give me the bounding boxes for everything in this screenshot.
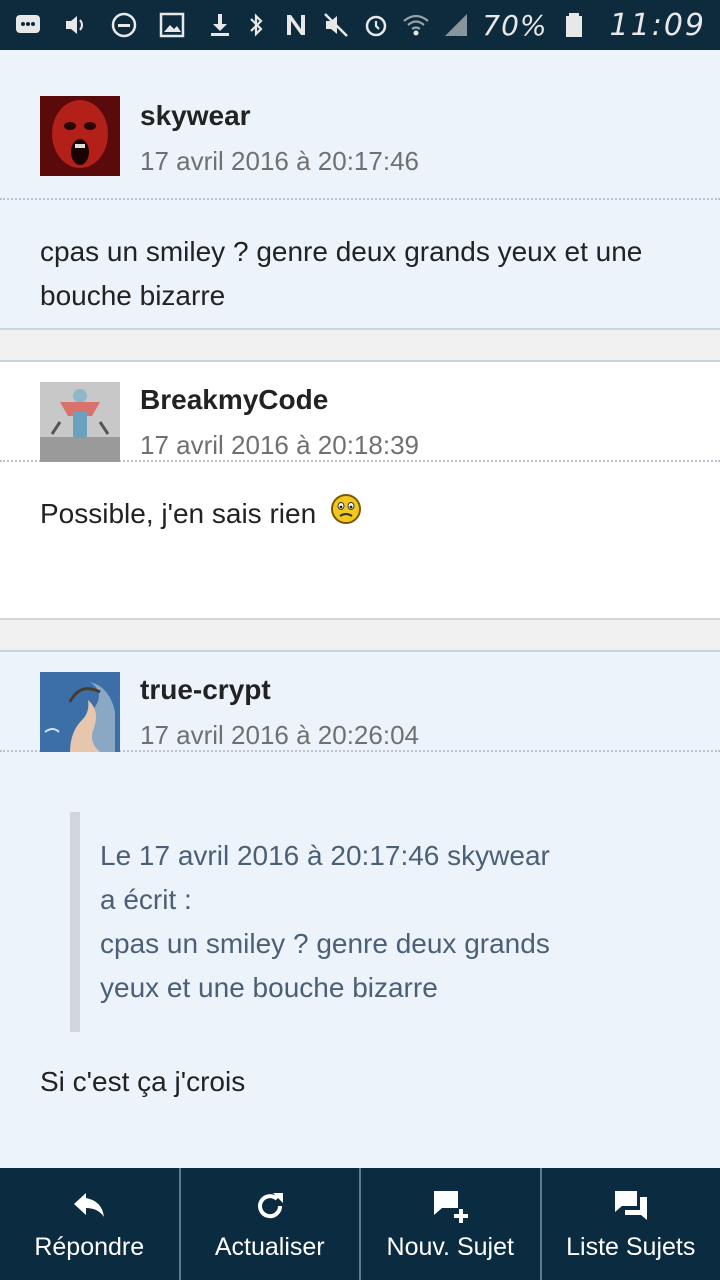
post-header: true-crypt 17 avril 2016 à 20:26:04 (0, 652, 720, 752)
username[interactable]: true-crypt (140, 674, 271, 706)
timestamp: 17 avril 2016 à 20:26:04 (140, 720, 419, 750)
refresh-label: Actualiser (214, 1232, 325, 1261)
quote-line: Le 17 avril 2016 à 20:17:46 skywear (100, 840, 550, 871)
message-text: Possible, j'en sais rien (0, 462, 720, 536)
message-text: Si c'est ça j'crois (0, 1032, 720, 1104)
status-bar: 70% 11:09 (0, 0, 720, 50)
nfc-icon (287, 15, 306, 35)
reply-icon (74, 1192, 105, 1217)
message-line: cpas un smiley ? genre deux grands yeux … (40, 236, 643, 267)
topic-list-label: Liste Sujets (566, 1232, 696, 1261)
refresh-button[interactable]: Actualiser (181, 1168, 361, 1280)
username[interactable]: skywear (140, 100, 251, 132)
battery-percent: 70% (482, 8, 548, 42)
post-header: skywear 17 avril 2016 à 20:17:46 (0, 50, 720, 200)
message-post: skywear 17 avril 2016 à 20:17:46 cpas un… (0, 50, 720, 330)
avatar[interactable] (40, 382, 120, 462)
mute-icon (324, 13, 349, 37)
reply-button[interactable]: Répondre (0, 1168, 181, 1280)
new-topic-label: Nouv. Sujet (386, 1232, 514, 1261)
topic-list-button[interactable]: Liste Sujets (542, 1168, 720, 1280)
message-text: cpas un smiley ? genre deux grands yeux … (0, 200, 720, 318)
message-icon (16, 15, 40, 33)
bluetooth-icon (250, 13, 263, 37)
avatar[interactable] (40, 672, 120, 752)
quote-line: a écrit : (100, 884, 192, 915)
quote-line: cpas un smiley ? genre deux grands (100, 928, 550, 959)
post-content: Le 17 avril 2016 à 20:17:46 skywear a éc… (0, 752, 720, 1104)
volume-icon (66, 16, 83, 34)
wifi-icon (403, 14, 430, 36)
post-header: BreakmyCode 17 avril 2016 à 20:18:39 (0, 362, 720, 462)
refresh-icon (257, 1192, 283, 1218)
battery-icon (565, 13, 582, 37)
username[interactable]: BreakmyCode (140, 384, 328, 416)
avatar[interactable] (40, 96, 120, 176)
download-icon (211, 14, 229, 36)
message-list[interactable]: skywear 17 avril 2016 à 20:17:46 cpas un… (0, 50, 720, 1168)
bottom-toolbar: Répondre Actualiser Nouv. Sujet Liste Su… (0, 1168, 720, 1280)
smiley-icon (330, 494, 361, 524)
image-icon (159, 12, 185, 38)
message-line: Possible, j'en sais rien (40, 498, 317, 529)
topic-list-icon (614, 1190, 647, 1220)
clock: 11:09 (609, 7, 706, 43)
message-line: bouche bizarre (40, 280, 226, 311)
do-not-disturb-icon (111, 12, 137, 38)
message-line: Si c'est ça j'crois (40, 1066, 246, 1097)
timestamp: 17 avril 2016 à 20:17:46 (140, 146, 419, 176)
quote-block: Le 17 avril 2016 à 20:17:46 skywear a éc… (70, 812, 680, 1032)
reply-label: Répondre (34, 1232, 145, 1261)
new-topic-button[interactable]: Nouv. Sujet (361, 1168, 542, 1280)
message-post: BreakmyCode 17 avril 2016 à 20:18:39 Pos… (0, 360, 720, 620)
message-post: true-crypt 17 avril 2016 à 20:26:04 Le 1… (0, 650, 720, 1168)
quote-line: yeux et une bouche bizarre (100, 972, 438, 1003)
new-topic-icon (434, 1190, 469, 1223)
signal-icon (445, 14, 468, 36)
timestamp: 17 avril 2016 à 20:18:39 (140, 430, 419, 460)
alarm-icon (366, 15, 387, 37)
